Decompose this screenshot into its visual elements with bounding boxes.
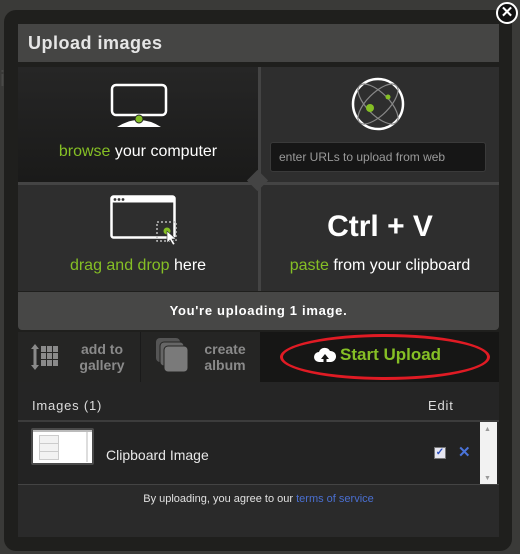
- add-to-gallery-label: add to gallery: [79, 341, 125, 373]
- terms-text: By uploading, you agree to our: [143, 493, 297, 505]
- create-album-label: create album: [204, 341, 246, 373]
- drag-label: drag and drop here: [69, 257, 207, 274]
- create-album-button[interactable]: create album: [141, 332, 260, 382]
- close-button[interactable]: ✕: [496, 2, 518, 24]
- add-to-gallery-button[interactable]: add to gallery: [18, 332, 141, 382]
- images-count-label: Images (1): [32, 398, 103, 413]
- cloud-upload-icon: [314, 347, 336, 366]
- drag-and-drop-tile[interactable]: drag and drop here: [18, 185, 258, 291]
- images-list: Clipboard Image ✓ ✕ ▲ ▼: [18, 422, 499, 485]
- edit-column-label: Edit: [428, 398, 454, 413]
- scroll-down-arrow[interactable]: ▼: [484, 475, 491, 482]
- globe-orbit-icon: [351, 77, 405, 131]
- image-name: Clipboard Image: [106, 447, 209, 463]
- upload-status: You're uploading 1 image.: [18, 292, 499, 330]
- close-icon: ✕: [500, 4, 514, 21]
- browse-computer-tile[interactable]: browse your computer: [18, 67, 258, 182]
- scroll-up-arrow[interactable]: ▲: [484, 426, 491, 433]
- dialog-title: Upload images: [18, 24, 499, 62]
- browser-window-drop-icon: [110, 195, 177, 246]
- url-input[interactable]: [270, 142, 486, 172]
- paste-shortcut: Ctrl + V: [327, 210, 433, 243]
- paste-clipboard-tile: Ctrl + V paste from your clipboard: [261, 185, 499, 291]
- start-upload-button[interactable]: Start Upload: [260, 332, 499, 382]
- image-thumbnail[interactable]: [31, 428, 94, 465]
- start-upload-label: Start Upload: [340, 345, 442, 364]
- grid-arrows-icon: [31, 344, 58, 370]
- paste-label: paste from your clipboard: [289, 257, 471, 274]
- list-scrollbar[interactable]: ▲ ▼: [480, 422, 497, 484]
- browse-label: browse your computer: [58, 143, 218, 160]
- monitor-icon: [110, 83, 168, 127]
- terms-footer: By uploading, you agree to our terms of …: [18, 485, 499, 537]
- stacked-squares-icon: [156, 338, 189, 373]
- images-list-header: Images (1) Edit: [18, 382, 499, 422]
- close-icon: ✕: [458, 444, 471, 461]
- delete-image-button[interactable]: ✕: [458, 443, 471, 461]
- terms-of-service-link[interactable]: terms of service: [296, 493, 374, 505]
- edit-checkbox[interactable]: ✓: [434, 447, 446, 459]
